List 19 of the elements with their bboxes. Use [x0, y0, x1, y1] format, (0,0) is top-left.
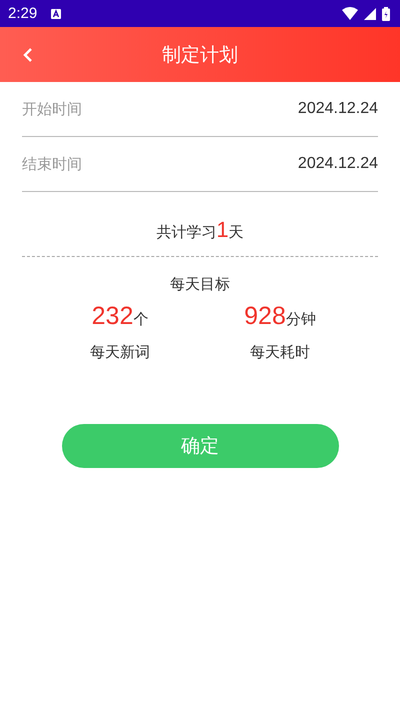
- total-days-text: 共计学习 1天: [156, 217, 244, 243]
- notification-icon: [51, 8, 62, 18]
- page-title: 制定计划: [162, 42, 238, 68]
- wifi-icon: [342, 7, 358, 20]
- stat-value: 232个: [92, 302, 148, 331]
- signal-icon: [364, 8, 376, 20]
- stat-value: 928分钟: [244, 302, 316, 331]
- field-value: 2024.12.24: [298, 155, 378, 173]
- field-value: 2024.12.24: [298, 100, 378, 118]
- field-label: 开始时间: [22, 100, 82, 118]
- date-row[interactable]: 开始时间 2024.12.24: [22, 82, 378, 137]
- back-icon[interactable]: [23, 46, 33, 62]
- stat-label: 每天新词: [90, 343, 150, 362]
- goal-title: 每天目标: [170, 275, 230, 294]
- battery-icon: [382, 6, 390, 20]
- stat-label: 每天耗时: [250, 343, 310, 362]
- status-time: 2:29: [8, 5, 38, 22]
- field-label: 结束时间: [22, 154, 82, 174]
- date-row[interactable]: 结束时间 2024.12.24: [22, 137, 378, 192]
